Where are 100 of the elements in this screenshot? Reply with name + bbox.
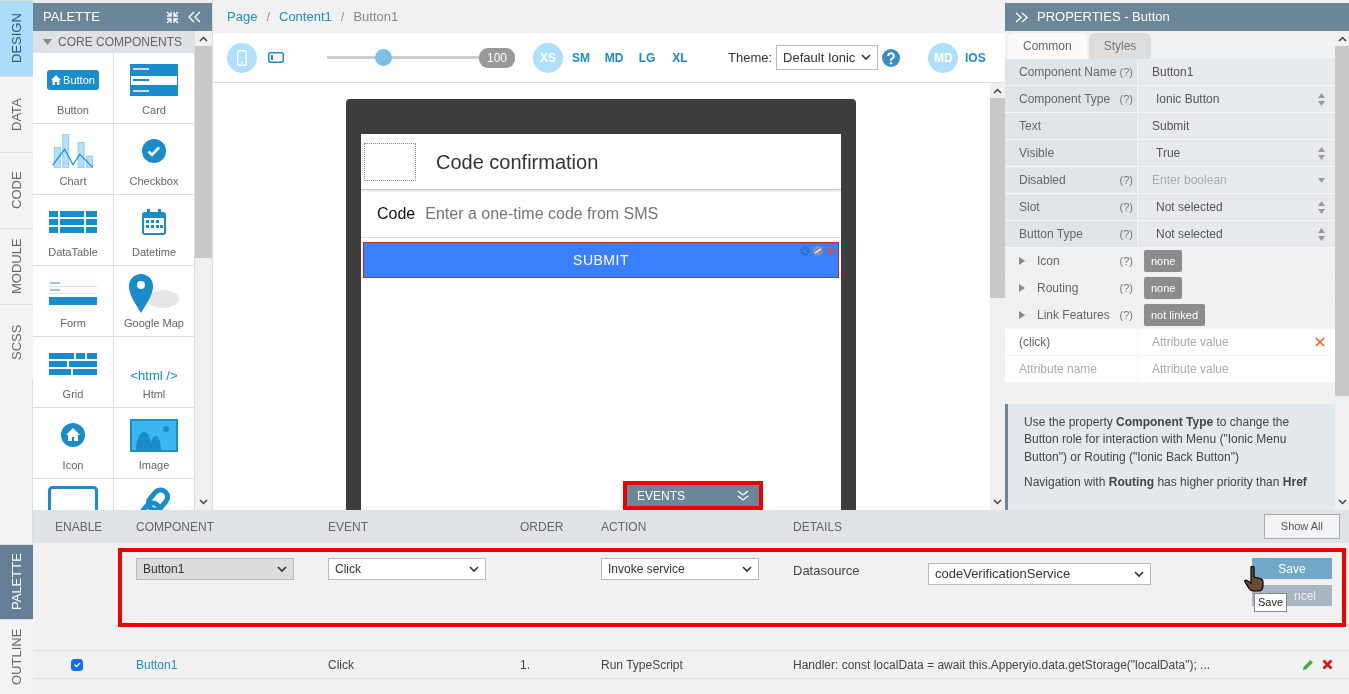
palette-item[interactable]: Image: [114, 408, 195, 479]
show-all-button[interactable]: Show All: [1263, 514, 1340, 539]
palette-item[interactable]: DataTable: [33, 195, 114, 266]
column-header: ORDER: [519, 518, 565, 536]
breadcrumb-separator: /: [340, 7, 345, 26]
help-icon[interactable]: [882, 48, 901, 67]
palette-item[interactable]: Chart: [33, 124, 114, 195]
scrollbar[interactable]: [990, 83, 1005, 510]
help-mark[interactable]: (?): [1119, 171, 1133, 189]
property-chip[interactable]: none: [1144, 276, 1183, 300]
property-label: Button Type: [1019, 226, 1083, 243]
help-mark[interactable]: (?): [1119, 198, 1133, 216]
palette-item-label: Html: [142, 387, 166, 402]
property-chip[interactable]: not linked: [1144, 303, 1206, 327]
palette-item[interactable]: Card: [114, 53, 195, 124]
side-tab[interactable]: DESIGN: [0, 0, 33, 76]
help-mark[interactable]: (?): [1119, 279, 1133, 297]
delete-icon[interactable]: [1322, 658, 1333, 670]
palette-item[interactable]: Grid: [33, 337, 114, 408]
scroll-up-icon[interactable]: [199, 36, 208, 42]
table-icon: [49, 211, 97, 233]
caret-right-icon[interactable]: [1019, 311, 1025, 319]
caret-right-icon[interactable]: [1019, 284, 1025, 292]
close-icon[interactable]: [1315, 337, 1325, 347]
sort-arrows-icon: [1318, 200, 1325, 214]
breadcrumb-link[interactable]: Page: [227, 6, 258, 27]
chart-icon: [51, 134, 95, 168]
column-header: COMPONENT: [135, 518, 215, 536]
double-chevron-right-icon[interactable]: [1015, 11, 1029, 23]
side-tab[interactable]: PALETTE: [0, 544, 33, 619]
scrollbar-thumb[interactable]: [195, 46, 212, 258]
save-button[interactable]: Save: [1252, 558, 1332, 579]
submit-button[interactable]: SUBMIT: [363, 242, 839, 278]
hide-icon[interactable]: [813, 246, 823, 256]
page-title: Code confirmation: [436, 149, 599, 175]
breadcrumb-current: Button1: [353, 7, 399, 26]
tooltip: Save: [1254, 593, 1288, 612]
section-title: CORE COMPONENTS: [58, 34, 182, 51]
help-mark[interactable]: (?): [1119, 252, 1133, 270]
sort-arrows-icon: [1318, 92, 1325, 106]
theme-select[interactable]: Default Ionic: [776, 44, 879, 71]
breadcrumb-link[interactable]: Content1: [279, 6, 332, 27]
property-value[interactable]: Submit: [1152, 117, 1190, 135]
side-tab[interactable]: MODULE: [0, 228, 33, 304]
property-label: Text: [1019, 118, 1041, 135]
property-label: (click): [1019, 334, 1051, 351]
code-input[interactable]: Enter a one-time code from SMS: [423, 200, 841, 227]
property-chip[interactable]: none: [1144, 249, 1183, 273]
section-header[interactable]: CORE COMPONENTS: [33, 31, 195, 53]
side-tab[interactable]: CODE: [0, 152, 33, 228]
chevron-down-icon: [861, 54, 872, 61]
help-mark[interactable]: (?): [1119, 63, 1133, 81]
properties-tab[interactable]: Common: [1008, 33, 1087, 59]
scroll-down-icon[interactable]: [1337, 499, 1347, 505]
palette-item-label: Card: [142, 103, 166, 118]
property-value[interactable]: Button1: [1152, 63, 1194, 81]
scroll-down-icon[interactable]: [199, 499, 208, 505]
palette-item[interactable]: Datetime: [114, 195, 195, 266]
side-tab[interactable]: OUTLINE: [0, 619, 33, 694]
property-select[interactable]: True: [1152, 144, 1181, 162]
side-tab[interactable]: SCSS: [0, 304, 33, 380]
slider-thumb[interactable]: [375, 49, 393, 66]
enable-checkbox[interactable]: [70, 658, 83, 671]
help-mark[interactable]: (?): [1119, 306, 1133, 324]
caret-right-icon[interactable]: [1019, 257, 1025, 265]
scroll-up-icon[interactable]: [993, 88, 1002, 94]
scrollbar-thumb[interactable]: [1335, 46, 1349, 396]
breadcrumb-separator: /: [266, 7, 270, 26]
component-link[interactable]: Button1: [120, 655, 312, 674]
scroll-down-icon[interactable]: [993, 499, 1002, 505]
palette-item[interactable]: Icon: [33, 408, 114, 479]
scrollbar-thumb[interactable]: [990, 98, 1005, 298]
breakpoint-tab[interactable]: XL: [665, 42, 696, 73]
scroll-up-icon[interactable]: [1337, 36, 1347, 42]
field-label: Code: [377, 203, 416, 224]
action-select[interactable]: Invoke service: [601, 558, 759, 580]
breakpoint-tab[interactable]: LG: [632, 42, 663, 73]
help-mark[interactable]: (?): [1119, 90, 1133, 108]
map-pin-icon: [129, 273, 179, 313]
pencil-icon[interactable]: [1302, 658, 1314, 671]
breakpoint-tab[interactable]: SM: [566, 42, 597, 73]
event-select[interactable]: Click: [328, 558, 486, 580]
palette-item-label: Grid: [62, 387, 84, 402]
help-mark[interactable]: (?): [1119, 225, 1133, 243]
platform-tab[interactable]: IOS: [960, 42, 991, 73]
events-tab[interactable]: EVENTS: [623, 481, 763, 510]
double-chevron-left-icon[interactable]: [187, 11, 202, 23]
collapse-icon[interactable]: [166, 10, 179, 24]
properties-tab[interactable]: Styles: [1088, 33, 1152, 59]
breakpoint-tab[interactable]: MD: [599, 42, 630, 73]
palette-item[interactable]: Google Map: [114, 266, 195, 337]
side-tab[interactable]: DATA: [0, 76, 33, 152]
palette-item[interactable]: Button Button: [33, 53, 114, 124]
datasource-select[interactable]: codeVerificationService: [928, 563, 1151, 585]
caret-down-icon[interactable]: [1318, 177, 1325, 183]
info-text: Use the property Component Type to change the Button role for interaction with Menu ("Ionic Menu Button") or Routing ("Ionic Back Button"): [1024, 414, 1291, 466]
zoom-value: 100: [479, 47, 516, 68]
image-icon: [130, 418, 178, 452]
palette-item[interactable]: Form: [33, 266, 114, 337]
sort-arrows-icon: [1318, 146, 1325, 160]
